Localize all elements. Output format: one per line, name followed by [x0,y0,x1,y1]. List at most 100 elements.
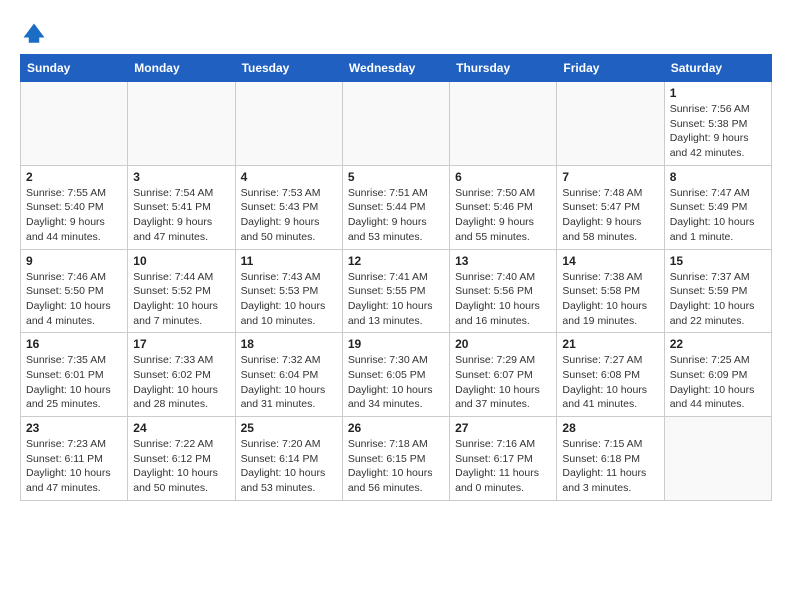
weekday-header-wednesday: Wednesday [342,55,449,82]
day-info: Sunrise: 7:38 AM Sunset: 5:58 PM Dayligh… [562,270,658,329]
day-info: Sunrise: 7:47 AM Sunset: 5:49 PM Dayligh… [670,186,766,245]
day-cell [21,82,128,166]
logo [20,20,50,48]
day-number: 20 [455,337,551,351]
day-cell [235,82,342,166]
weekday-header-monday: Monday [128,55,235,82]
header [20,16,772,48]
week-row-3: 9 Sunrise: 7:46 AM Sunset: 5:50 PM Daylig… [21,249,772,333]
day-info: Sunrise: 7:55 AM Sunset: 5:40 PM Dayligh… [26,186,122,245]
day-cell: 28 Sunrise: 7:15 AM Sunset: 6:18 PM Dayli… [557,417,664,501]
day-cell: 19 Sunrise: 7:30 AM Sunset: 6:05 PM Dayli… [342,333,449,417]
day-info: Sunrise: 7:50 AM Sunset: 5:46 PM Dayligh… [455,186,551,245]
day-cell [557,82,664,166]
day-cell [450,82,557,166]
day-info: Sunrise: 7:48 AM Sunset: 5:47 PM Dayligh… [562,186,658,245]
day-number: 16 [26,337,122,351]
day-cell: 11 Sunrise: 7:43 AM Sunset: 5:53 PM Dayli… [235,249,342,333]
week-row-2: 2 Sunrise: 7:55 AM Sunset: 5:40 PM Daylig… [21,165,772,249]
day-cell: 7 Sunrise: 7:48 AM Sunset: 5:47 PM Daylig… [557,165,664,249]
day-number: 2 [26,170,122,184]
day-cell [128,82,235,166]
day-number: 19 [348,337,444,351]
weekday-header-row: SundayMondayTuesdayWednesdayThursdayFrid… [21,55,772,82]
day-info: Sunrise: 7:27 AM Sunset: 6:08 PM Dayligh… [562,353,658,412]
day-cell: 23Sunrise: 7:23 AM Sunset: 6:11 PM Dayli… [21,417,128,501]
day-number: 17 [133,337,229,351]
day-cell: 6Sunrise: 7:50 AM Sunset: 5:46 PM Daylig… [450,165,557,249]
day-number: 13 [455,254,551,268]
day-info: Sunrise: 7:16 AM Sunset: 6:17 PM Dayligh… [455,437,551,496]
day-cell [342,82,449,166]
day-cell: 8 Sunrise: 7:47 AM Sunset: 5:49 PM Daylig… [664,165,771,249]
day-info: Sunrise: 7:33 AM Sunset: 6:02 PM Dayligh… [133,353,229,412]
logo-icon [20,20,48,48]
day-number: 24 [133,421,229,435]
day-cell: 1 Sunrise: 7:56 AM Sunset: 5:38 PM Daylig… [664,82,771,166]
day-cell: 2 Sunrise: 7:55 AM Sunset: 5:40 PM Daylig… [21,165,128,249]
day-cell: 24 Sunrise: 7:22 AM Sunset: 6:12 PM Dayli… [128,417,235,501]
day-info: Sunrise: 7:35 AM Sunset: 6:01 PM Dayligh… [26,353,122,412]
day-info: Sunrise: 7:40 AM Sunset: 5:56 PM Dayligh… [455,270,551,329]
day-number: 14 [562,254,658,268]
weekday-header-tuesday: Tuesday [235,55,342,82]
day-cell: 16 Sunrise: 7:35 AM Sunset: 6:01 PM Dayli… [21,333,128,417]
day-info: Sunrise: 7:30 AM Sunset: 6:05 PM Dayligh… [348,353,444,412]
day-cell: 12Sunrise: 7:41 AM Sunset: 5:55 PM Dayli… [342,249,449,333]
day-info: Sunrise: 7:20 AM Sunset: 6:14 PM Dayligh… [241,437,337,496]
day-cell: 27 Sunrise: 7:16 AM Sunset: 6:17 PM Dayli… [450,417,557,501]
day-number: 25 [241,421,337,435]
day-cell: 20 Sunrise: 7:29 AM Sunset: 6:07 PM Dayli… [450,333,557,417]
day-number: 3 [133,170,229,184]
day-cell: 5 Sunrise: 7:51 AM Sunset: 5:44 PM Daylig… [342,165,449,249]
day-number: 27 [455,421,551,435]
day-info: Sunrise: 7:46 AM Sunset: 5:50 PM Dayligh… [26,270,122,329]
day-number: 18 [241,337,337,351]
day-info: Sunrise: 7:51 AM Sunset: 5:44 PM Dayligh… [348,186,444,245]
day-number: 5 [348,170,444,184]
day-info: Sunrise: 7:18 AM Sunset: 6:15 PM Dayligh… [348,437,444,496]
day-cell: 26 Sunrise: 7:18 AM Sunset: 6:15 PM Dayli… [342,417,449,501]
day-cell: 13 Sunrise: 7:40 AM Sunset: 5:56 PM Dayli… [450,249,557,333]
week-row-4: 16 Sunrise: 7:35 AM Sunset: 6:01 PM Dayli… [21,333,772,417]
day-number: 9 [26,254,122,268]
day-cell: 21 Sunrise: 7:27 AM Sunset: 6:08 PM Dayli… [557,333,664,417]
day-cell: 15 Sunrise: 7:37 AM Sunset: 5:59 PM Dayli… [664,249,771,333]
day-cell: 25 Sunrise: 7:20 AM Sunset: 6:14 PM Dayli… [235,417,342,501]
day-cell: 10Sunrise: 7:44 AM Sunset: 5:52 PM Dayli… [128,249,235,333]
day-info: Sunrise: 7:22 AM Sunset: 6:12 PM Dayligh… [133,437,229,496]
day-number: 28 [562,421,658,435]
day-info: Sunrise: 7:43 AM Sunset: 5:53 PM Dayligh… [241,270,337,329]
day-info: Sunrise: 7:32 AM Sunset: 6:04 PM Dayligh… [241,353,337,412]
day-info: Sunrise: 7:53 AM Sunset: 5:43 PM Dayligh… [241,186,337,245]
day-number: 21 [562,337,658,351]
day-cell: 22 Sunrise: 7:25 AM Sunset: 6:09 PM Dayli… [664,333,771,417]
day-number: 10 [133,254,229,268]
day-cell: 9 Sunrise: 7:46 AM Sunset: 5:50 PM Daylig… [21,249,128,333]
day-info: Sunrise: 7:29 AM Sunset: 6:07 PM Dayligh… [455,353,551,412]
day-number: 8 [670,170,766,184]
day-number: 15 [670,254,766,268]
day-number: 7 [562,170,658,184]
page: SundayMondayTuesdayWednesdayThursdayFrid… [0,0,792,517]
day-number: 4 [241,170,337,184]
day-cell: 18 Sunrise: 7:32 AM Sunset: 6:04 PM Dayli… [235,333,342,417]
day-info: Sunrise: 7:37 AM Sunset: 5:59 PM Dayligh… [670,270,766,329]
day-number: 1 [670,86,766,100]
day-info: Sunrise: 7:25 AM Sunset: 6:09 PM Dayligh… [670,353,766,412]
day-info: Sunrise: 7:23 AM Sunset: 6:11 PM Dayligh… [26,437,122,496]
day-cell: 14 Sunrise: 7:38 AM Sunset: 5:58 PM Dayli… [557,249,664,333]
weekday-header-thursday: Thursday [450,55,557,82]
day-number: 11 [241,254,337,268]
day-cell: 4 Sunrise: 7:53 AM Sunset: 5:43 PM Daylig… [235,165,342,249]
day-info: Sunrise: 7:15 AM Sunset: 6:18 PM Dayligh… [562,437,658,496]
day-cell [664,417,771,501]
week-row-1: 1 Sunrise: 7:56 AM Sunset: 5:38 PM Daylig… [21,82,772,166]
weekday-header-sunday: Sunday [21,55,128,82]
day-number: 22 [670,337,766,351]
weekday-header-friday: Friday [557,55,664,82]
week-row-5: 23Sunrise: 7:23 AM Sunset: 6:11 PM Dayli… [21,417,772,501]
day-number: 26 [348,421,444,435]
day-info: Sunrise: 7:56 AM Sunset: 5:38 PM Dayligh… [670,102,766,161]
weekday-header-saturday: Saturday [664,55,771,82]
